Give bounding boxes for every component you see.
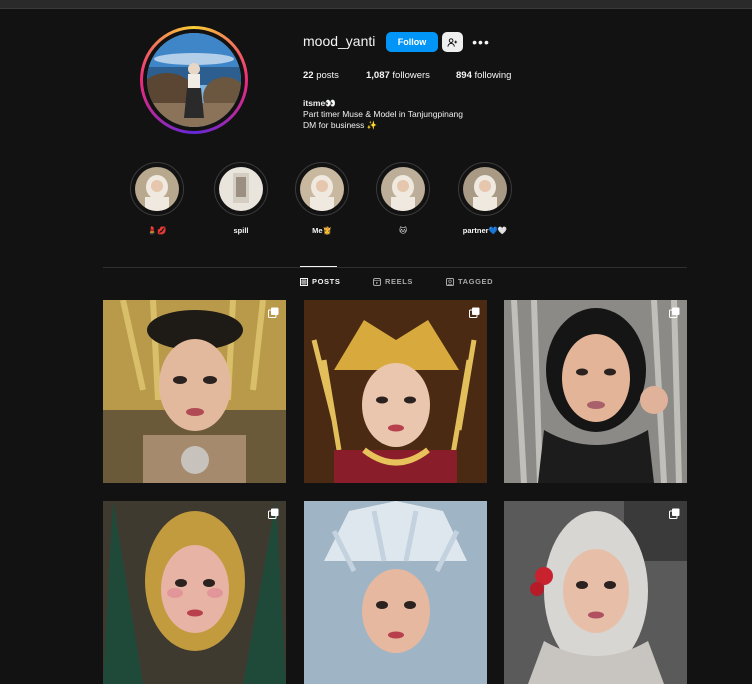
- suggest-users-button[interactable]: [442, 32, 463, 52]
- post-thumbnail[interactable]: [103, 501, 286, 684]
- highlight-cover: [300, 167, 344, 211]
- tabs-divider: [103, 267, 687, 268]
- follow-button[interactable]: Follow: [386, 32, 438, 52]
- multiple-photos-icon: [268, 508, 279, 519]
- tab-label: REELS: [385, 277, 414, 286]
- reels-icon: [373, 277, 381, 286]
- more-options-button[interactable]: •••: [472, 32, 490, 52]
- bio-name: itsme👀: [303, 98, 336, 108]
- highlight-label: partner💙🤍: [462, 226, 508, 235]
- post-thumbnail[interactable]: [304, 501, 487, 684]
- tagged-icon: [446, 277, 454, 286]
- posts-count: 22 posts: [303, 70, 339, 81]
- post-thumbnail[interactable]: [103, 300, 286, 483]
- highlight-cover: [135, 167, 179, 211]
- tab-posts[interactable]: POSTS: [300, 277, 340, 286]
- highlight-cover: [381, 167, 425, 211]
- tab-tagged[interactable]: TAGGED: [446, 277, 493, 286]
- story-highlight[interactable]: partner💙🤍: [458, 162, 512, 235]
- tab-label: TAGGED: [458, 277, 494, 286]
- highlight-cover: [463, 167, 507, 211]
- story-highlight[interactable]: Me👸: [295, 162, 349, 235]
- active-tab-indicator: [300, 266, 337, 267]
- highlight-label: 🐱: [399, 226, 407, 235]
- avatar-image: [147, 33, 241, 127]
- story-highlight[interactable]: 💄💋: [130, 162, 184, 235]
- highlight-label: 💄💋: [147, 226, 167, 235]
- highlight-label: Me👸: [312, 226, 332, 235]
- post-thumbnail[interactable]: [504, 300, 687, 483]
- tab-reels[interactable]: REELS: [373, 277, 413, 286]
- add-user-icon: [447, 37, 458, 47]
- post-thumbnail[interactable]: [504, 501, 687, 684]
- highlight-cover: [219, 167, 263, 211]
- browser-top-strip: [0, 0, 752, 9]
- multiple-photos-icon: [469, 307, 480, 318]
- grid-icon: [300, 277, 308, 286]
- tab-label: POSTS: [312, 277, 341, 286]
- profile-username: mood_yanti: [303, 33, 376, 49]
- multiple-photos-icon: [669, 508, 680, 519]
- story-highlight[interactable]: spill: [214, 162, 268, 235]
- following-count[interactable]: 894 following: [456, 70, 511, 81]
- highlight-label: spill: [233, 226, 249, 235]
- post-thumbnail[interactable]: [304, 300, 487, 483]
- multiple-photos-icon: [669, 307, 680, 318]
- multiple-photos-icon: [268, 307, 279, 318]
- profile-bio: itsme👀 Part timer Muse & Model in Tanjun…: [303, 98, 463, 131]
- profile-avatar[interactable]: [140, 26, 248, 134]
- bio-line: Part timer Muse & Model in Tanjungpinang: [303, 109, 464, 119]
- story-highlight[interactable]: 🐱: [376, 162, 430, 235]
- followers-count[interactable]: 1,087 followers: [366, 70, 430, 81]
- bio-line: DM for business ✨: [303, 120, 378, 130]
